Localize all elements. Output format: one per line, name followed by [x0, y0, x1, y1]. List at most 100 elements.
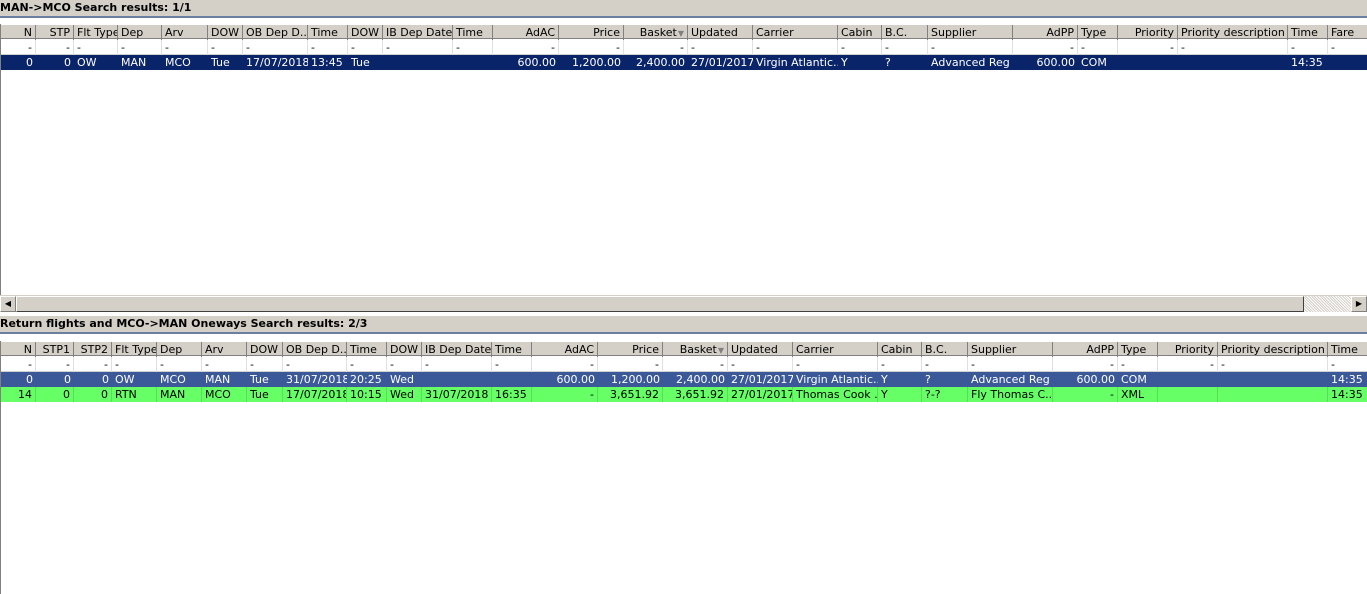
- filter-cell[interactable]: -: [387, 357, 422, 372]
- column-header-flt-type[interactable]: Flt Type: [112, 342, 157, 357]
- column-header-updated[interactable]: Updated: [728, 342, 793, 357]
- filter-cell[interactable]: -: [1288, 40, 1328, 55]
- filter-cell[interactable]: -: [157, 357, 202, 372]
- column-header-ib-dep-date[interactable]: IB Dep Date: [383, 25, 453, 40]
- column-header-supplier[interactable]: Supplier: [968, 342, 1053, 357]
- column-header-stp2[interactable]: STP2: [74, 342, 112, 357]
- column-header-carrier[interactable]: Carrier: [793, 342, 878, 357]
- filter-cell[interactable]: -: [688, 40, 753, 55]
- filter-cell[interactable]: -: [1118, 40, 1178, 55]
- filter-cell[interactable]: -: [36, 357, 74, 372]
- filter-cell[interactable]: -: [348, 40, 383, 55]
- column-header-adpp[interactable]: AdPP: [1053, 342, 1118, 357]
- column-header-dow[interactable]: DOW: [247, 342, 283, 357]
- filter-cell[interactable]: -: [202, 357, 247, 372]
- scrollbar-thumb[interactable]: [16, 296, 1304, 312]
- filter-cell[interactable]: -: [968, 357, 1053, 372]
- filter-cell[interactable]: -: [663, 357, 728, 372]
- filter-cell[interactable]: -: [453, 40, 493, 55]
- column-header-dow[interactable]: DOW: [348, 25, 383, 40]
- column-header-priority[interactable]: Priority: [1158, 342, 1218, 357]
- bottom-results-grid[interactable]: N STP1 STP2 Flt Type Dep Arv DOW OB Dep D... Tim…: [0, 341, 1367, 594]
- column-header-arv[interactable]: Arv: [162, 25, 208, 40]
- filter-cell[interactable]: -: [624, 40, 688, 55]
- column-header-updated[interactable]: Updated: [688, 25, 753, 40]
- scroll-left-icon[interactable]: ◀: [0, 296, 16, 312]
- column-header-time[interactable]: Time: [492, 342, 532, 357]
- scrollbar-track[interactable]: [1304, 296, 1351, 312]
- filter-cell[interactable]: -: [1053, 357, 1118, 372]
- filter-cell[interactable]: -: [492, 357, 532, 372]
- filter-cell[interactable]: -: [283, 357, 347, 372]
- filter-cell[interactable]: -: [1178, 40, 1288, 55]
- column-header-fare[interactable]: Fare: [1328, 25, 1367, 40]
- scroll-right-icon[interactable]: ▶: [1351, 296, 1367, 312]
- table-row[interactable]: 14 0 0 RTN MAN MCO Tue 17/07/2018 10:15 Wed 31/07/…: [1, 387, 1367, 402]
- column-header-type[interactable]: Type: [1078, 25, 1118, 40]
- filter-cell[interactable]: -: [208, 40, 243, 55]
- top-results-grid[interactable]: N STP Flt Type Dep Arv DOW OB Dep D... Time DOW I…: [0, 24, 1367, 296]
- filter-cell[interactable]: -: [928, 40, 1013, 55]
- column-header-time[interactable]: Time: [1288, 25, 1328, 40]
- column-header-basket[interactable]: Basket▼: [624, 25, 688, 40]
- column-header-adac[interactable]: AdAC: [493, 25, 559, 40]
- column-header-n[interactable]: N: [1, 342, 36, 357]
- filter-cell[interactable]: -: [922, 357, 968, 372]
- column-header-dep[interactable]: Dep: [118, 25, 162, 40]
- filter-cell[interactable]: -: [347, 357, 387, 372]
- column-header-dow[interactable]: DOW: [387, 342, 422, 357]
- filter-cell[interactable]: -: [793, 357, 878, 372]
- filter-cell[interactable]: -: [559, 40, 624, 55]
- filter-cell[interactable]: -: [112, 357, 157, 372]
- filter-cell[interactable]: -: [532, 357, 598, 372]
- filter-cell[interactable]: -: [1158, 357, 1218, 372]
- filter-cell[interactable]: -: [878, 357, 922, 372]
- filter-cell[interactable]: -: [1, 40, 36, 55]
- filter-cell[interactable]: -: [882, 40, 928, 55]
- column-header-priority-description[interactable]: Priority description: [1218, 342, 1328, 357]
- filter-cell[interactable]: -: [1078, 40, 1118, 55]
- column-header-price[interactable]: Price: [559, 25, 624, 40]
- column-header-b-c[interactable]: B.C.: [922, 342, 968, 357]
- column-header-time[interactable]: Time: [347, 342, 387, 357]
- column-header-priority-description[interactable]: Priority description: [1178, 25, 1288, 40]
- column-header-carrier[interactable]: Carrier: [753, 25, 838, 40]
- filter-cell[interactable]: -: [162, 40, 208, 55]
- column-header-dow[interactable]: DOW: [208, 25, 243, 40]
- table-row[interactable]: 0 0 0 OW MCO MAN Tue 31/07/2018 20:25 Wed 600.00 1,…: [1, 372, 1367, 387]
- column-header-time[interactable]: Time: [308, 25, 348, 40]
- filter-cell[interactable]: -: [247, 357, 283, 372]
- column-header-time[interactable]: Time: [453, 25, 493, 40]
- filter-cell[interactable]: -: [74, 40, 118, 55]
- filter-row[interactable]: -------------------------: [1, 357, 1367, 372]
- filter-cell[interactable]: -: [598, 357, 663, 372]
- column-header-adac[interactable]: AdAC: [532, 342, 598, 357]
- table-row[interactable]: 0 0 OW MAN MCO Tue 17/07/2018 13:45 Tue 600.00 1,2…: [1, 55, 1367, 70]
- filter-cell[interactable]: -: [383, 40, 453, 55]
- filter-cell[interactable]: -: [493, 40, 559, 55]
- filter-row[interactable]: -------------------------: [1, 40, 1367, 55]
- column-header-price[interactable]: Price: [598, 342, 663, 357]
- column-header-supplier[interactable]: Supplier: [928, 25, 1013, 40]
- filter-cell[interactable]: -: [422, 357, 492, 372]
- column-header-n[interactable]: N: [1, 25, 36, 40]
- column-header-flt-type[interactable]: Flt Type: [74, 25, 118, 40]
- filter-cell[interactable]: -: [1013, 40, 1078, 55]
- filter-cell[interactable]: -: [753, 40, 838, 55]
- filter-cell[interactable]: -: [118, 40, 162, 55]
- column-header-stp[interactable]: STP: [36, 25, 74, 40]
- column-header-priority[interactable]: Priority: [1118, 25, 1178, 40]
- filter-cell[interactable]: -: [838, 40, 882, 55]
- filter-cell[interactable]: -: [1328, 40, 1367, 55]
- column-header-ib-dep-date[interactable]: IB Dep Date: [422, 342, 492, 357]
- column-header-basket[interactable]: Basket▼: [663, 342, 728, 357]
- column-header-time[interactable]: Time: [1328, 342, 1367, 357]
- filter-cell[interactable]: -: [36, 40, 74, 55]
- filter-cell[interactable]: -: [1, 357, 36, 372]
- filter-cell[interactable]: -: [728, 357, 793, 372]
- filter-cell[interactable]: -: [1118, 357, 1158, 372]
- column-header-b-c[interactable]: B.C.: [882, 25, 928, 40]
- filter-cell[interactable]: -: [308, 40, 348, 55]
- column-header-stp1[interactable]: STP1: [36, 342, 74, 357]
- filter-cell[interactable]: -: [1218, 357, 1328, 372]
